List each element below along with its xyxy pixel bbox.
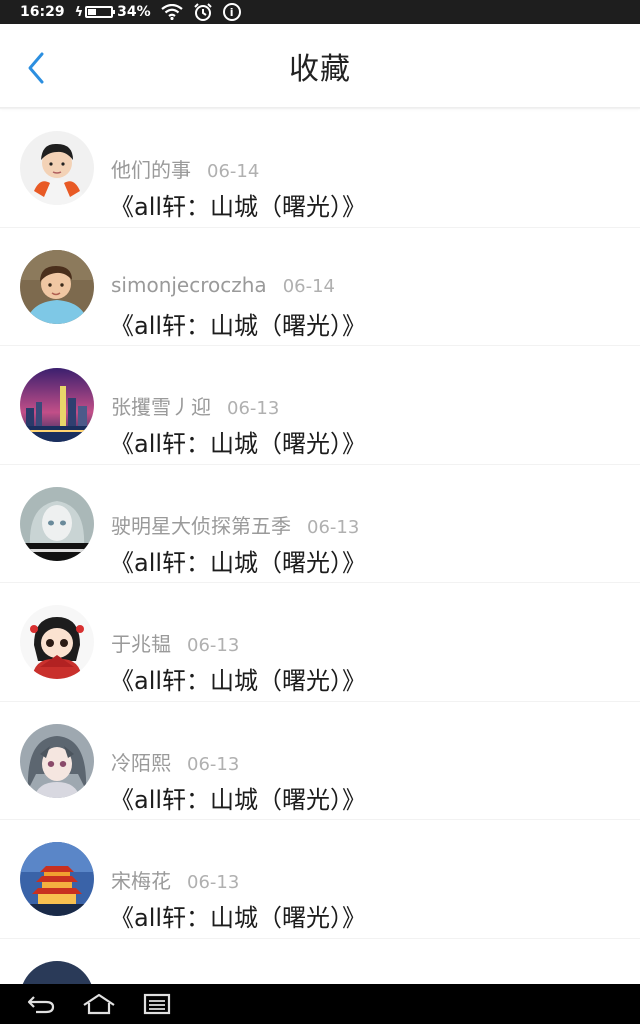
favorites-screen: 16:29 ϟ 34% i 收藏 他们的事 06-14 《all轩：山城（曙光）… xyxy=(0,0,640,1024)
battery-percent: 34% xyxy=(117,4,151,20)
item-meta: 宋梅花 06-13 xyxy=(111,865,239,894)
favorite-title[interactable]: 《all轩：山城（曙光）》 xyxy=(110,543,366,578)
list-item[interactable]: simonjecroczha 06-14 《all轩：山城（曙光）》 xyxy=(0,226,640,346)
item-meta: 他们的事 06-14 xyxy=(111,154,259,183)
favorite-title[interactable]: 《all轩：山城（曙光）》 xyxy=(110,187,366,222)
home-icon[interactable] xyxy=(70,984,128,1024)
avatar[interactable] xyxy=(20,368,94,442)
username: 宋梅花 xyxy=(111,869,171,893)
avatar[interactable] xyxy=(20,486,94,561)
list-item[interactable]: 于兆韫 06-13 《all轩：山城（曙光）》 xyxy=(0,582,640,701)
item-meta: 于兆韫 06-13 xyxy=(111,628,239,657)
avatar[interactable] xyxy=(20,605,94,679)
favorites-list: 他们的事 06-14 《all轩：山城（曙光）》 simonjecroczha … xyxy=(0,108,640,1024)
username: 驶明星大侦探第五季 xyxy=(111,513,291,538)
date: 06-13 xyxy=(187,635,240,656)
favorite-title[interactable]: 《all轩：山城（曙光）》 xyxy=(110,780,366,815)
list-item[interactable]: 驶明星大侦探第五季 06-13 《all轩：山城（曙光）》 xyxy=(0,463,640,583)
username: simonjecroczha xyxy=(111,272,267,297)
date: 06-14 xyxy=(282,275,335,297)
battery-group: ϟ 34% xyxy=(75,4,151,20)
info-icon: i xyxy=(222,3,241,21)
avatar[interactable] xyxy=(20,723,94,798)
status-bar: 16:29 ϟ 34% i xyxy=(0,0,640,24)
favorite-title[interactable]: 《all轩：山城（曙光）》 xyxy=(110,898,366,933)
page-title: 收藏 xyxy=(289,51,351,87)
back-button[interactable] xyxy=(18,48,54,88)
chevron-left-icon xyxy=(28,52,44,84)
wifi-icon xyxy=(160,4,183,20)
date: 06-13 xyxy=(307,516,360,538)
list-item[interactable]: 他们的事 06-14 《all轩：山城（曙光）》 xyxy=(0,108,640,227)
recent-apps-icon[interactable] xyxy=(128,984,186,1024)
username: 于兆韫 xyxy=(111,632,171,656)
item-meta: 驶明星大侦探第五季 06-13 xyxy=(111,510,359,539)
clock: 16:29 xyxy=(20,4,65,20)
charging-bolt-icon: ϟ xyxy=(74,4,84,20)
item-meta: 冷陌熙 06-13 xyxy=(111,747,239,776)
list-item[interactable]: 冷陌熙 06-13 《all轩：山城（曙光）》 xyxy=(0,700,640,820)
back-arrow-icon[interactable] xyxy=(12,984,70,1024)
item-meta: 张攫雪丿迎 06-13 xyxy=(111,391,279,420)
avatar[interactable] xyxy=(20,842,94,916)
battery-level-fill xyxy=(88,9,96,15)
avatar[interactable] xyxy=(20,131,94,205)
header-bar: 收藏 xyxy=(0,24,640,108)
username: 他们的事 xyxy=(111,158,191,182)
navigation-bar xyxy=(0,984,640,1024)
alarm-icon xyxy=(193,2,213,22)
username: 冷陌熙 xyxy=(111,750,171,775)
item-meta: simonjecroczha 06-14 xyxy=(111,273,335,297)
list-item[interactable]: 宋梅花 06-13 《all轩：山城（曙光）》 xyxy=(0,819,640,938)
list-item[interactable]: 张攫雪丿迎 06-13 《all轩：山城（曙光）》 xyxy=(0,345,640,464)
favorite-title[interactable]: 《all轩：山城（曙光）》 xyxy=(110,661,366,696)
date: 06-14 xyxy=(207,161,260,182)
favorite-title[interactable]: 《all轩：山城（曙光）》 xyxy=(110,424,366,459)
favorite-title[interactable]: 《all轩：山城（曙光）》 xyxy=(110,306,366,341)
avatar[interactable] xyxy=(20,249,94,324)
date: 06-13 xyxy=(187,872,240,893)
date: 06-13 xyxy=(227,398,280,419)
username: 张攫雪丿迎 xyxy=(111,395,211,419)
date: 06-13 xyxy=(187,753,240,775)
battery-icon xyxy=(85,6,116,18)
